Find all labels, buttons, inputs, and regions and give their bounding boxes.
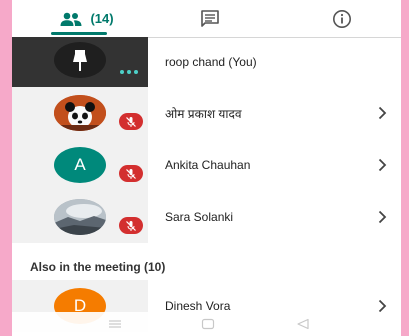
panda-photo	[54, 95, 106, 131]
tab-chat[interactable]	[192, 0, 228, 37]
home-icon[interactable]	[201, 318, 215, 330]
participant-tile	[12, 87, 148, 139]
tab-bar: (14)	[12, 0, 401, 37]
sky-photo	[54, 199, 106, 235]
avatar-initial: A	[74, 155, 86, 174]
avatar	[54, 42, 106, 78]
speaking-indicator	[120, 70, 138, 74]
participant-name: roop chand (You)	[165, 55, 257, 69]
participant-row[interactable]: Sara Solanki	[12, 191, 401, 243]
avatar: A	[54, 147, 106, 183]
mic-off-icon	[119, 217, 143, 234]
chevron-right-icon[interactable]	[378, 158, 387, 172]
pin-icon	[73, 50, 87, 71]
participant-name: Sara Solanki	[165, 210, 234, 224]
participant-count: (14)	[90, 11, 114, 26]
menu-icon[interactable]	[108, 318, 122, 330]
participants-panel: (14) roop chand (You) ओम प्रकाश यादव A A…	[12, 0, 401, 336]
participant-row[interactable]: ओम प्रकाश यादव	[12, 87, 401, 139]
avatar	[54, 95, 106, 131]
avatar	[54, 199, 106, 235]
participant-tile: A	[12, 139, 148, 191]
participant-row-self[interactable]: roop chand (You)	[12, 37, 401, 87]
info-icon	[333, 9, 351, 28]
tab-info[interactable]	[324, 0, 360, 37]
tab-active-indicator	[51, 32, 107, 35]
people-icon	[60, 12, 82, 26]
chevron-right-icon[interactable]	[378, 210, 387, 224]
video-tile	[12, 37, 148, 87]
participant-tile	[12, 191, 148, 243]
mic-off-icon	[119, 165, 143, 182]
section-header: Also in the meeting (10)	[30, 260, 166, 274]
participant-name: Ankita Chauhan	[165, 158, 251, 172]
system-nav-bar	[12, 312, 401, 336]
mic-off-icon	[119, 113, 143, 130]
chevron-right-icon[interactable]	[378, 299, 387, 313]
participant-row[interactable]: A Ankita Chauhan	[12, 139, 401, 191]
back-icon[interactable]	[296, 318, 310, 330]
chat-icon	[201, 9, 219, 27]
participant-name: ओम प्रकाश यादव	[165, 106, 242, 121]
chevron-right-icon[interactable]	[378, 106, 387, 120]
